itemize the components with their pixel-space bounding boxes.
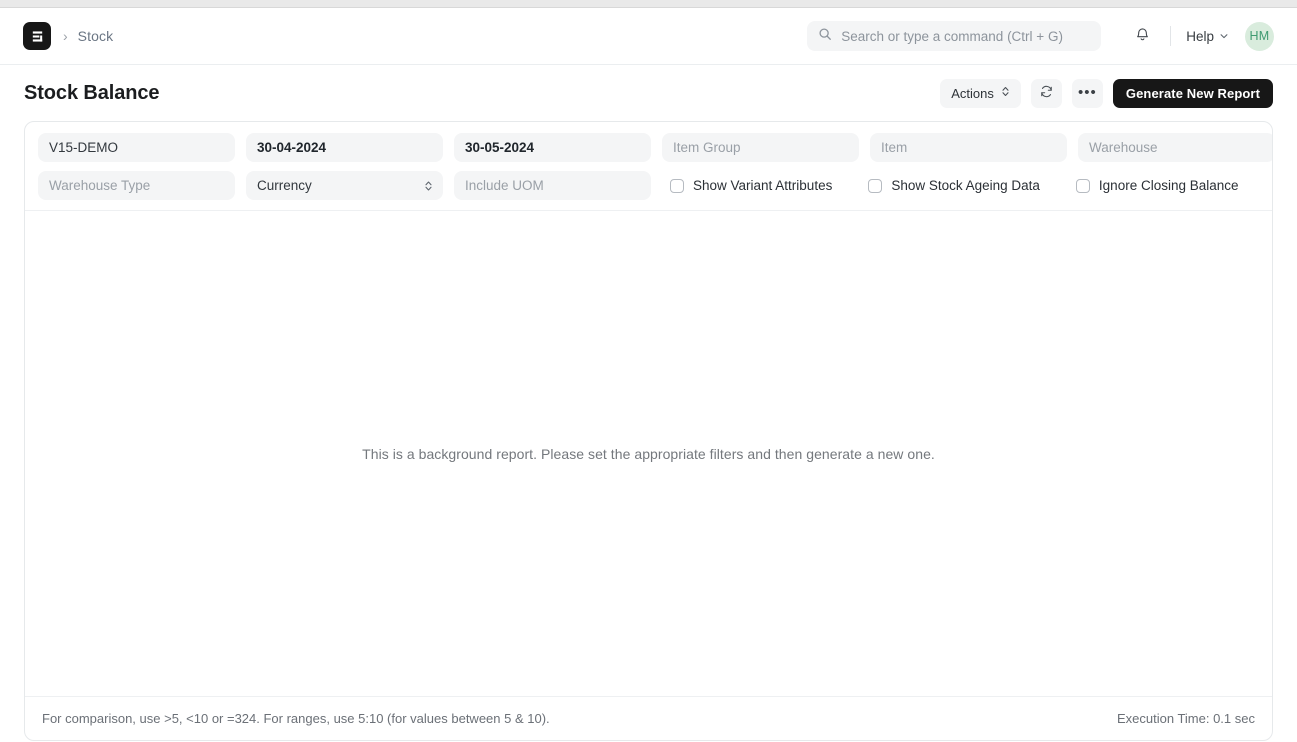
filter-to-date-input[interactable] [454,133,651,162]
search-box[interactable] [807,21,1102,51]
filter-warehouse-type-input[interactable] [38,171,235,200]
ignore-closing-balance-label: Ignore Closing Balance [1098,178,1239,193]
filter-currency-select[interactable] [246,171,443,200]
filter-row-2: Show Variant Attributes Show Stock Agein… [38,171,1259,200]
page-header: Stock Balance Actions ••• Generate New R… [0,65,1297,121]
report-card: Show Variant Attributes Show Stock Agein… [24,121,1273,741]
refresh-icon [1039,84,1054,102]
erpnext-logo-icon[interactable] [23,22,51,50]
refresh-button[interactable] [1030,78,1062,108]
show-stock-ageing-data-checkbox[interactable] [868,178,883,193]
show-variant-attributes-label: Show Variant Attributes [693,178,833,193]
ignore-closing-balance-checkbox[interactable] [1075,178,1090,193]
avatar[interactable]: HM [1245,21,1274,51]
search-icon [818,27,832,46]
filter-row-1 [38,133,1272,162]
filter-item-input[interactable] [870,133,1067,162]
page-header-actions: Actions ••• Generate New Report [940,78,1273,108]
help-menu-button[interactable]: Help [1184,25,1231,48]
more-options-button[interactable]: ••• [1071,78,1103,108]
page-title: Stock Balance [24,81,160,104]
filter-company-input[interactable] [38,133,235,162]
breadcrumb-separator-icon: › [63,28,68,44]
report-content-area: This is a background report. Please set … [25,211,1272,696]
show-stock-ageing-data-label: Show Stock Ageing Data [891,178,1040,193]
navbar-right: Help HM [807,21,1274,51]
filter-include-uom-input[interactable] [454,171,651,200]
checkbox-show-variant-attributes[interactable]: Show Variant Attributes [670,178,832,193]
show-variant-attributes-checkbox[interactable] [670,178,684,193]
filter-warehouse-input[interactable] [1078,133,1272,162]
ellipsis-icon: ••• [1078,84,1097,101]
bell-icon [1134,26,1151,46]
notifications-button[interactable] [1127,21,1157,51]
filter-item-group-input[interactable] [662,133,859,162]
generate-new-report-button[interactable]: Generate New Report [1112,78,1273,108]
filter-area: Show Variant Attributes Show Stock Agein… [25,122,1272,211]
empty-state-message: This is a background report. Please set … [362,445,935,462]
checkbox-show-stock-ageing-data[interactable]: Show Stock Ageing Data [868,178,1040,193]
chevron-down-icon [1219,29,1229,44]
checkbox-ignore-closing-balance[interactable]: Ignore Closing Balance [1075,178,1239,193]
actions-label: Actions [951,85,994,101]
actions-dropdown-button[interactable]: Actions [940,78,1021,108]
navbar: › Stock Help [0,8,1297,65]
chevron-up-down-icon [1001,85,1010,101]
execution-time-label: Execution Time: 0.1 sec [1116,711,1255,726]
filter-hint-text: For comparison, use >5, <10 or =324. For… [42,711,550,726]
breadcrumb-stock-link[interactable]: Stock [78,28,114,44]
report-footer: For comparison, use >5, <10 or =324. For… [25,696,1272,740]
help-label: Help [1186,28,1214,44]
navbar-divider [1170,26,1172,46]
page-body: Show Variant Attributes Show Stock Agein… [0,121,1297,742]
navbar-left: › Stock [23,22,113,50]
filter-from-date-input[interactable] [246,133,443,162]
search-input[interactable] [841,28,1091,44]
browser-chrome-strip [0,0,1297,8]
filter-currency-select-wrap [246,171,443,200]
